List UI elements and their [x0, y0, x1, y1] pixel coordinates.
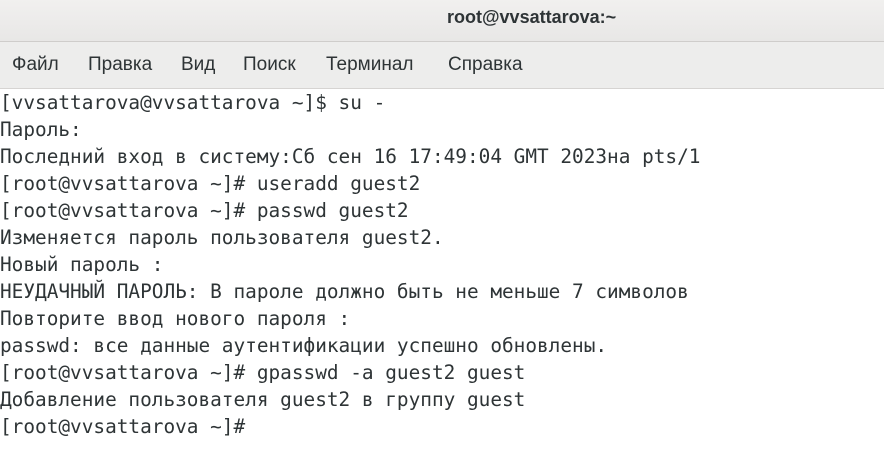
terminal-line: Пароль:	[0, 118, 82, 141]
terminal-line: [root@vvsattarova ~]# gpasswd -a guest2 …	[0, 361, 526, 384]
menu-view[interactable]: Вид	[181, 54, 215, 76]
window-title: root@vvsattarova:~	[447, 7, 617, 27]
terminal-line: [vvsattarova@vvsattarova ~]$ su -	[0, 91, 386, 114]
terminal-line: Новый пароль :	[0, 253, 164, 276]
terminal-output[interactable]: [vvsattarova@vvsattarova ~]$ su - Пароль…	[0, 89, 884, 460]
terminal-line: Повторите ввод нового пароля :	[0, 307, 351, 330]
menu-terminal[interactable]: Терминал	[326, 54, 414, 76]
terminal-prompt-line: [root@vvsattarova ~]#	[0, 415, 246, 438]
menu-help[interactable]: Справка	[448, 54, 523, 76]
terminal-line: Добавление пользователя guest2 в группу …	[0, 388, 526, 411]
terminal-line: Изменяется пароль пользователя guest2.	[0, 226, 444, 249]
menu-bar: Файл Правка Вид Поиск Терминал Справка	[0, 42, 884, 89]
terminal-window: root@vvsattarova:~ Файл Правка Вид Поиск…	[0, 0, 884, 460]
title-bar[interactable]: root@vvsattarova:~	[0, 0, 884, 42]
terminal-line: НЕУДАЧНЫЙ ПАРОЛЬ: В пароле должно быть н…	[0, 280, 689, 303]
menu-file[interactable]: Файл	[12, 54, 59, 76]
menu-search[interactable]: Поиск	[243, 54, 296, 76]
terminal-line: passwd: все данные аутентификации успешн…	[0, 334, 608, 357]
terminal-line: [root@vvsattarova ~]# passwd guest2	[0, 199, 409, 222]
menu-edit[interactable]: Правка	[88, 54, 152, 76]
terminal-line: Последний вход в систему:Сб сен 16 17:49…	[0, 145, 701, 168]
terminal-line: [root@vvsattarova ~]# useradd guest2	[0, 172, 421, 195]
